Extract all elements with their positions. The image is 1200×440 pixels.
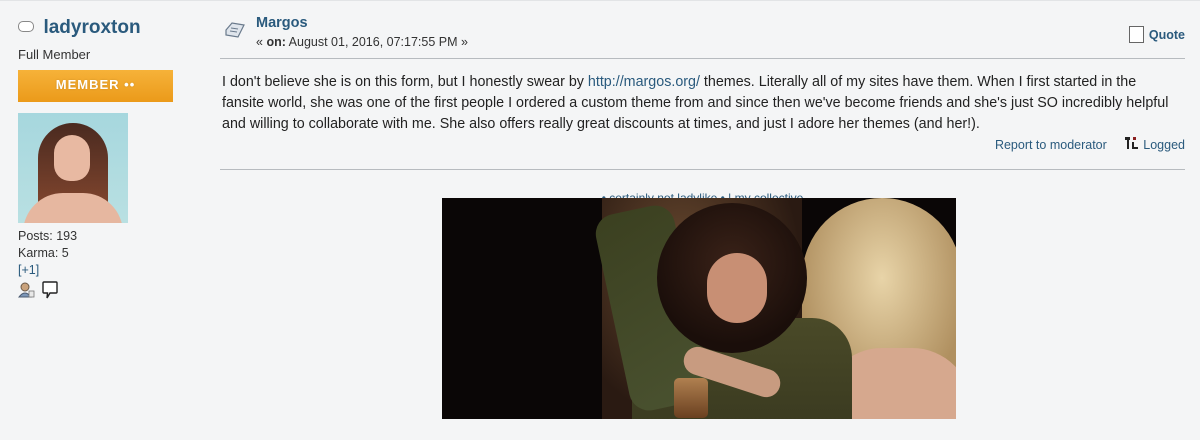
post-subject: Margos « on: August 01, 2016, 07:17:55 P… bbox=[256, 15, 468, 49]
sig-cup bbox=[674, 378, 708, 418]
signature-image bbox=[442, 198, 956, 419]
body-text-start: I don't believe she is on this form, but… bbox=[222, 74, 588, 90]
date-on-label: on: bbox=[266, 35, 286, 49]
topic-xx-icon bbox=[222, 21, 245, 38]
member-badge: MEMBER •• bbox=[18, 70, 173, 102]
post-body: I don't believe she is on this form, but… bbox=[222, 72, 1182, 135]
logged-ip-icon bbox=[1124, 136, 1140, 150]
quote-label: Quote bbox=[1148, 27, 1185, 42]
poster-name-link[interactable]: ladyroxton bbox=[43, 17, 140, 38]
margos-link[interactable]: http://margos.org/ bbox=[588, 74, 700, 90]
message-icon[interactable] bbox=[42, 281, 59, 304]
poster-info: ladyroxton Full Member MEMBER •• Posts: … bbox=[17, 17, 188, 304]
posts-count: Posts: 193 bbox=[18, 229, 78, 243]
quote-icon bbox=[1128, 26, 1144, 43]
date-value: August 01, 2016, 07:17:55 PM » bbox=[285, 35, 468, 49]
karma-count: Karma: 5 bbox=[18, 246, 69, 260]
signature-divider bbox=[220, 169, 1185, 170]
profile-icon[interactable] bbox=[17, 282, 35, 303]
forum-post: ladyroxton Full Member MEMBER •• Posts: … bbox=[0, 0, 1200, 440]
karma-plus-button[interactable]: [+1] bbox=[18, 263, 188, 277]
poster-header: ladyroxton bbox=[18, 17, 188, 39]
quote-button[interactable]: Quote bbox=[1128, 26, 1185, 44]
date-prefix: « bbox=[256, 35, 267, 49]
post-footer: Report to moderator Logged bbox=[995, 136, 1185, 153]
offline-status-icon bbox=[18, 21, 34, 33]
sig-face bbox=[707, 253, 767, 323]
subject-link[interactable]: Margos bbox=[256, 15, 468, 31]
logged-label: Logged bbox=[1143, 138, 1185, 152]
post-date: « on: August 01, 2016, 07:17:55 PM » bbox=[256, 35, 468, 49]
poster-rank: Full Member bbox=[18, 47, 91, 62]
poster-icons bbox=[17, 281, 188, 304]
header-divider bbox=[220, 58, 1185, 59]
avatar bbox=[18, 113, 128, 223]
avatar-face bbox=[54, 135, 90, 181]
report-to-moderator-link[interactable]: Report to moderator bbox=[995, 138, 1107, 152]
